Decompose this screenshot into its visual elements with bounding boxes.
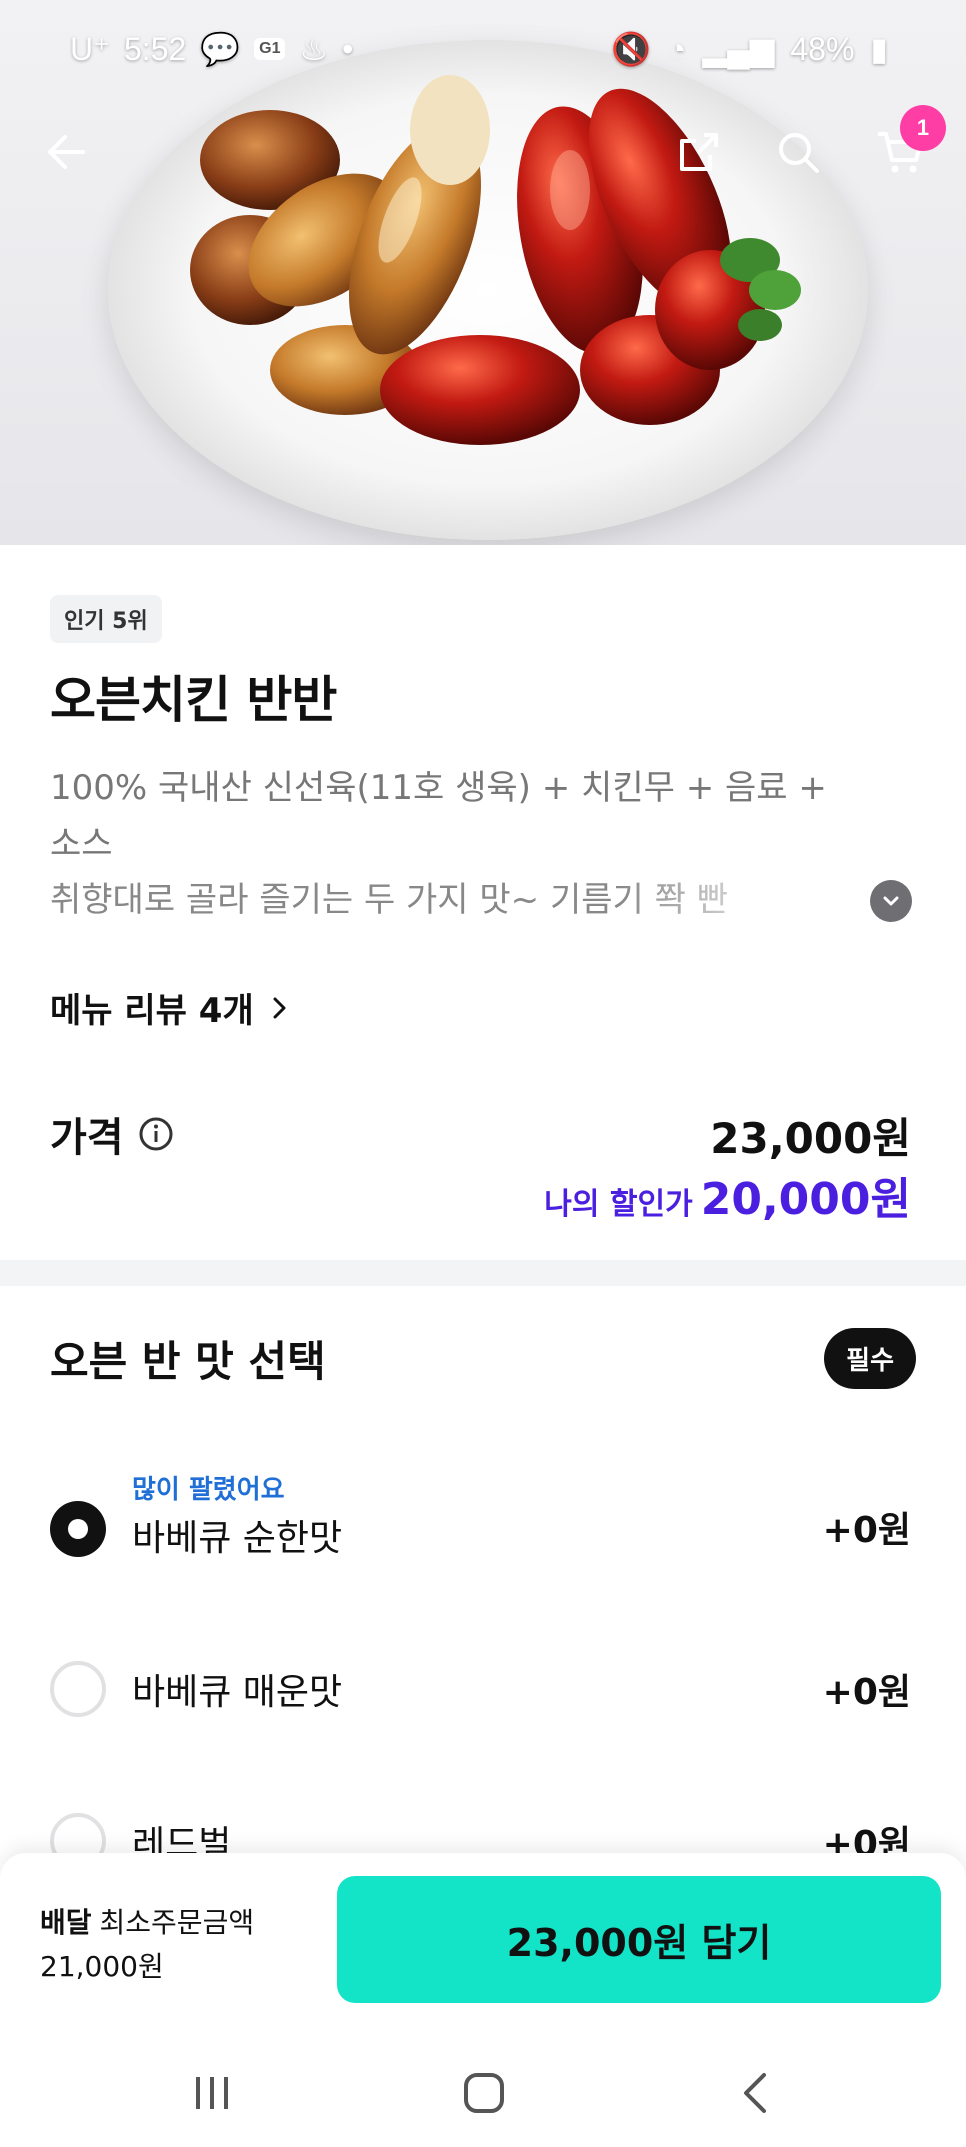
notification-badge: G1 <box>254 38 286 60</box>
clock: 5:52 <box>124 30 187 67</box>
section-divider <box>0 1260 966 1286</box>
info-icon[interactable] <box>138 1116 174 1152</box>
signal-icon: ▂▄▆ <box>702 31 775 67</box>
status-bar: U⁺ 5:52 💬 G1 ♨ • 🔇 ◔ ▂▄▆ 48% ▮ <box>0 22 966 78</box>
carrier-label: U⁺ <box>70 31 110 67</box>
product-hero-image: U⁺ 5:52 💬 G1 ♨ • 🔇 ◔ ▂▄▆ 48% ▮ 1 <box>0 0 966 545</box>
required-badge: 필수 <box>824 1328 916 1389</box>
delivery-label: 배달 <box>40 1906 92 1939</box>
option-item[interactable]: 많이 팔렸어요 바베큐 순한맛 +0원 <box>0 1465 966 1595</box>
delivery-info: 배달 최소주문금액 <box>40 1901 254 1941</box>
option-name: 바베큐 순한맛 <box>132 1518 343 1559</box>
price-label: 가격 <box>50 1115 124 1161</box>
recent-apps-icon[interactable] <box>172 2063 252 2123</box>
min-order-label: 최소주문금액 <box>99 1906 255 1939</box>
discount-price: 20,000원 <box>700 1174 911 1225</box>
chicken-image <box>190 75 801 445</box>
discount-label: 나의 할인가 <box>544 1187 693 1222</box>
system-navigation-bar <box>0 2043 966 2147</box>
option-group-title: 오븐 반 맛 선택 <box>50 1337 326 1386</box>
rank-badge: 인기 5위 <box>50 595 162 643</box>
flame-icon: ♨ <box>299 31 329 67</box>
discount-price-row: 나의 할인가 20,000원 <box>544 1163 911 1227</box>
description-line: 취향대로 골라 즐기는 두 가지 맛~ 기름기 쫙 빤 <box>50 880 728 920</box>
original-price: 23,000원 <box>710 1114 911 1163</box>
radio-button-selected[interactable] <box>50 1501 106 1557</box>
radio-button[interactable] <box>50 1661 106 1717</box>
menu-reviews-link[interactable]: 메뉴 리뷰 4개 <box>50 983 288 1032</box>
home-icon[interactable] <box>444 2063 524 2123</box>
description-line: 100% 국내산 신선육(11호 생육) + 치킨무 + 음료 + <box>50 768 827 808</box>
chevron-right-icon <box>273 997 286 1018</box>
min-order-amount: 21,000원 <box>40 1950 164 1983</box>
option-name: 바베큐 매운맛 <box>132 1672 343 1713</box>
description-line: 소스 <box>50 824 113 864</box>
share-icon[interactable] <box>667 120 731 184</box>
option-price: +0원 <box>822 1672 911 1713</box>
expand-description-icon[interactable] <box>870 880 912 922</box>
dot-icon: • <box>342 30 354 67</box>
price-label-row: 가격 <box>50 1105 174 1163</box>
back-arrow-icon[interactable] <box>34 120 98 184</box>
search-icon[interactable] <box>766 120 830 184</box>
back-icon[interactable] <box>715 2063 795 2123</box>
product-description[interactable]: 100% 국내산 신선육(11호 생육) + 치킨무 + 음료 + 소스 취향대… <box>50 760 880 928</box>
chat-icon: 💬 <box>200 31 241 67</box>
battery-level: 48% <box>790 30 855 67</box>
add-to-cart-button[interactable]: 23,000원 담기 <box>337 1876 941 2003</box>
battery-icon: ▮ <box>870 31 888 67</box>
product-title: 오븐치킨 반반 <box>50 671 337 729</box>
option-price: +0원 <box>822 1510 911 1551</box>
mute-icon: 🔇 <box>611 31 652 67</box>
cart-count-badge: 1 <box>900 105 946 151</box>
option-item[interactable]: 바베큐 매운맛 +0원 <box>0 1655 966 1765</box>
reviews-label: 메뉴 리뷰 4개 <box>50 991 254 1031</box>
order-bar: 배달 최소주문금액 21,000원 23,000원 담기 <box>0 1853 966 2147</box>
wifi-icon: ◔ <box>667 30 687 67</box>
option-tag: 많이 팔렸어요 <box>132 1475 285 1505</box>
